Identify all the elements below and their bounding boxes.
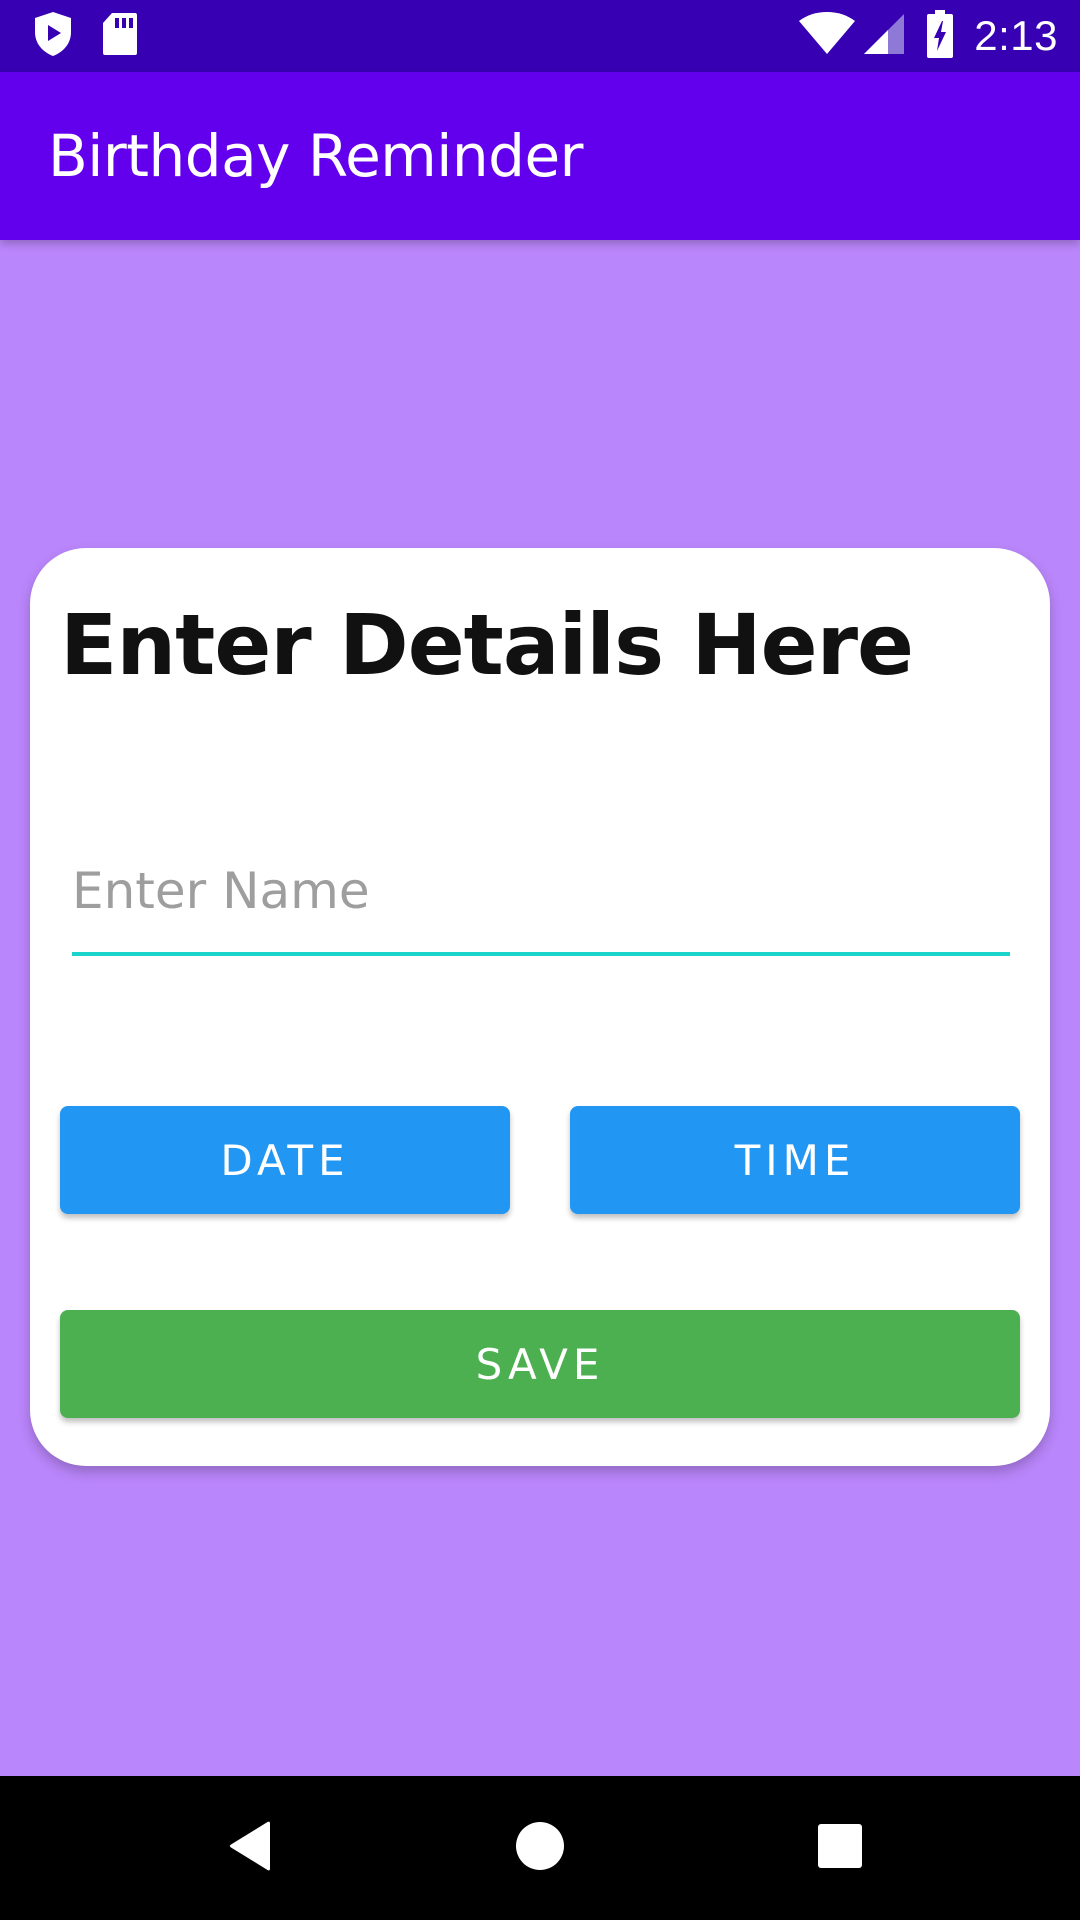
time-button-label: TIME bbox=[734, 1135, 856, 1185]
date-button[interactable]: DATE bbox=[60, 1106, 510, 1214]
navigation-bar bbox=[0, 1776, 1080, 1920]
status-clock: 2:13 bbox=[974, 12, 1058, 59]
shield-play-icon bbox=[32, 10, 74, 63]
date-button-label: DATE bbox=[220, 1135, 350, 1185]
home-icon bbox=[515, 1821, 565, 1876]
name-input-field bbox=[72, 848, 1010, 956]
screen: 2:13 Birthday Reminder Enter Details Her… bbox=[0, 0, 1080, 1920]
save-button-label: SAVE bbox=[475, 1339, 605, 1389]
back-icon bbox=[226, 1820, 274, 1877]
back-button[interactable] bbox=[200, 1776, 300, 1920]
status-bar: 2:13 bbox=[0, 0, 1080, 72]
time-button[interactable]: TIME bbox=[570, 1106, 1020, 1214]
recents-icon bbox=[817, 1823, 863, 1874]
sd-card-icon bbox=[102, 12, 138, 61]
app-bar: Birthday Reminder bbox=[0, 72, 1080, 240]
card-title: Enter Details Here bbox=[60, 596, 914, 694]
details-card: Enter Details Here DATE TIME SAVE bbox=[30, 548, 1050, 1466]
name-input[interactable] bbox=[72, 848, 1010, 952]
home-button[interactable] bbox=[490, 1776, 590, 1920]
cell-signal-icon bbox=[862, 12, 906, 61]
save-button[interactable]: SAVE bbox=[60, 1310, 1020, 1418]
battery-charging-icon bbox=[926, 9, 954, 63]
wifi-icon bbox=[798, 11, 856, 61]
recents-button[interactable] bbox=[790, 1776, 890, 1920]
app-title: Birthday Reminder bbox=[48, 122, 583, 190]
